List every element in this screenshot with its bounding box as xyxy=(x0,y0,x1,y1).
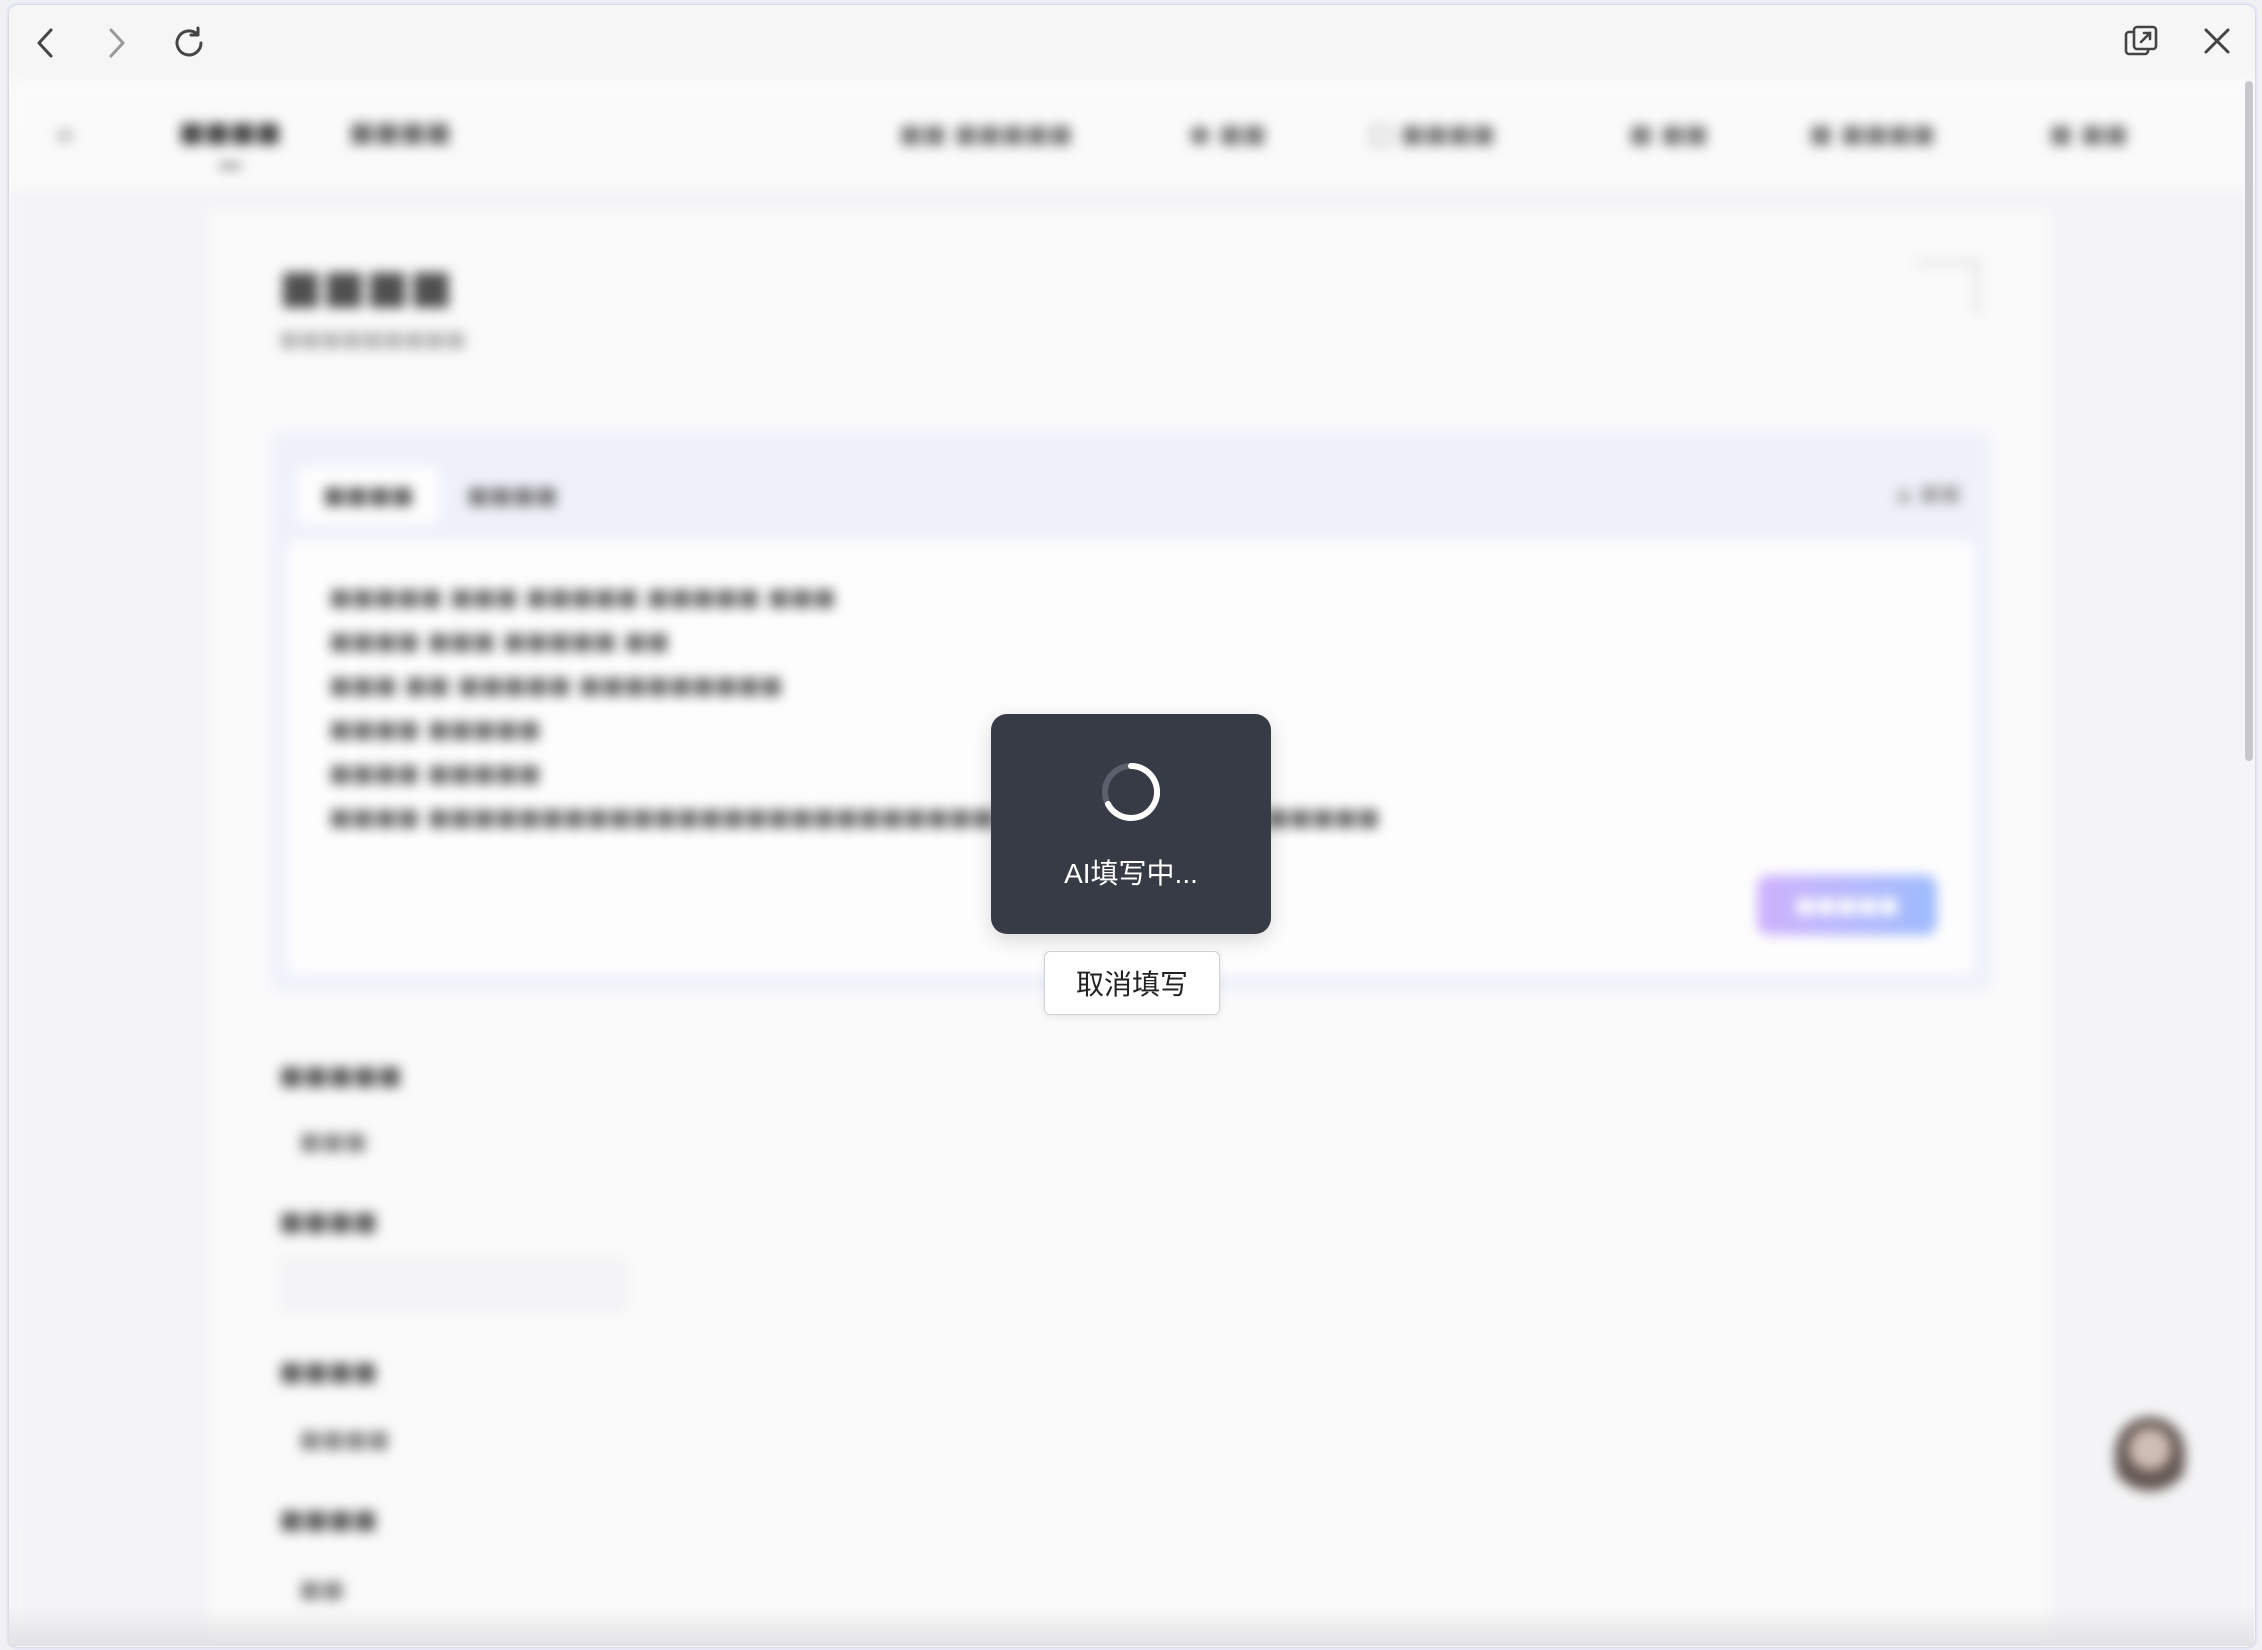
blurred-field-label: ■■■■ xyxy=(279,1357,378,1387)
blurred-topbar: ≡ ■■■■ ■■■■ ■■ ■■■■■ ● ■■ □ ■■■■ ■ ■■ ■ … xyxy=(9,81,2255,189)
loading-spinner-icon xyxy=(1099,760,1163,824)
back-button[interactable] xyxy=(9,5,81,81)
corner-decoration xyxy=(1916,261,1979,314)
open-external-icon xyxy=(2123,24,2159,62)
blurred-toolbar-item: ■ ■■■■ xyxy=(1809,119,1936,148)
chevron-left-icon xyxy=(33,27,57,59)
blurred-line: ■■■■ ■■■ ■■■■■ ■■ xyxy=(329,627,670,655)
blurred-toolbar-item: ■ ■■ xyxy=(1629,119,1708,148)
blurred-field-value: ■■■■ xyxy=(299,1425,390,1453)
blurred-toolbar-item: ■■ ■■■■■ xyxy=(899,119,1073,148)
blurred-line: ■■■ ■■ ■■■■■ ■■■■■■■■■ xyxy=(329,671,783,699)
blurred-field-input xyxy=(279,1257,629,1313)
blurred-tab: ■■■■ xyxy=(349,117,452,148)
reload-icon xyxy=(171,25,207,61)
blurred-tab: ■■■■ xyxy=(179,117,282,168)
chevron-right-icon xyxy=(105,27,129,59)
loading-text: AI填写中... xyxy=(1064,858,1198,889)
blurred-toolbar-item: ■ ■■ xyxy=(2049,119,2128,148)
blurred-ai-tab: ■■■■ xyxy=(297,467,440,523)
open-external-button[interactable] xyxy=(2103,5,2179,81)
blurred-toolbar-item: □ ■■■■ xyxy=(1369,119,1496,148)
blurred-line: ■■■■ ■■■■■ xyxy=(329,759,541,787)
close-icon xyxy=(2202,26,2232,60)
blurred-toolbar-item: ● ■■ xyxy=(1189,119,1267,148)
blurred-field-value: ■■ xyxy=(299,1575,345,1603)
blurred-subtitle: ■■■■■■■■■ xyxy=(279,327,467,352)
page-scrollbar[interactable] xyxy=(2245,81,2253,761)
blurred-ai-tab: ■■■■ xyxy=(467,481,558,509)
assistant-avatar xyxy=(2115,1417,2185,1497)
blurred-recognize-button: ■■■■■ xyxy=(1757,875,1937,935)
close-button[interactable] xyxy=(2179,5,2255,81)
ai-filling-loading-dialog: AI填写中... xyxy=(991,714,1271,934)
blurred-field-value: ■■■ xyxy=(299,1127,368,1155)
blurred-collapse: ▲ ■■ xyxy=(1895,481,1961,506)
forward-button[interactable] xyxy=(81,5,153,81)
cancel-filling-button[interactable]: 取消填写 xyxy=(1044,951,1220,1015)
blurred-title: ■■■■ xyxy=(279,259,453,313)
blurred-line: ■■■■ ■■■■■ xyxy=(329,715,541,743)
reload-button[interactable] xyxy=(153,5,225,81)
menu-icon: ≡ xyxy=(55,121,76,149)
blurred-field-label: ■■■■ xyxy=(279,1207,378,1237)
blurred-line: ■■■■■ ■■■ ■■■■■ ■■■■■ ■■■ xyxy=(329,583,836,611)
window-toolbar xyxy=(9,5,2255,81)
blurred-field-label: ■■■■ xyxy=(279,1505,378,1535)
blurred-field-label: ■■■■■ xyxy=(279,1061,402,1091)
bottom-fade xyxy=(8,1606,2254,1646)
